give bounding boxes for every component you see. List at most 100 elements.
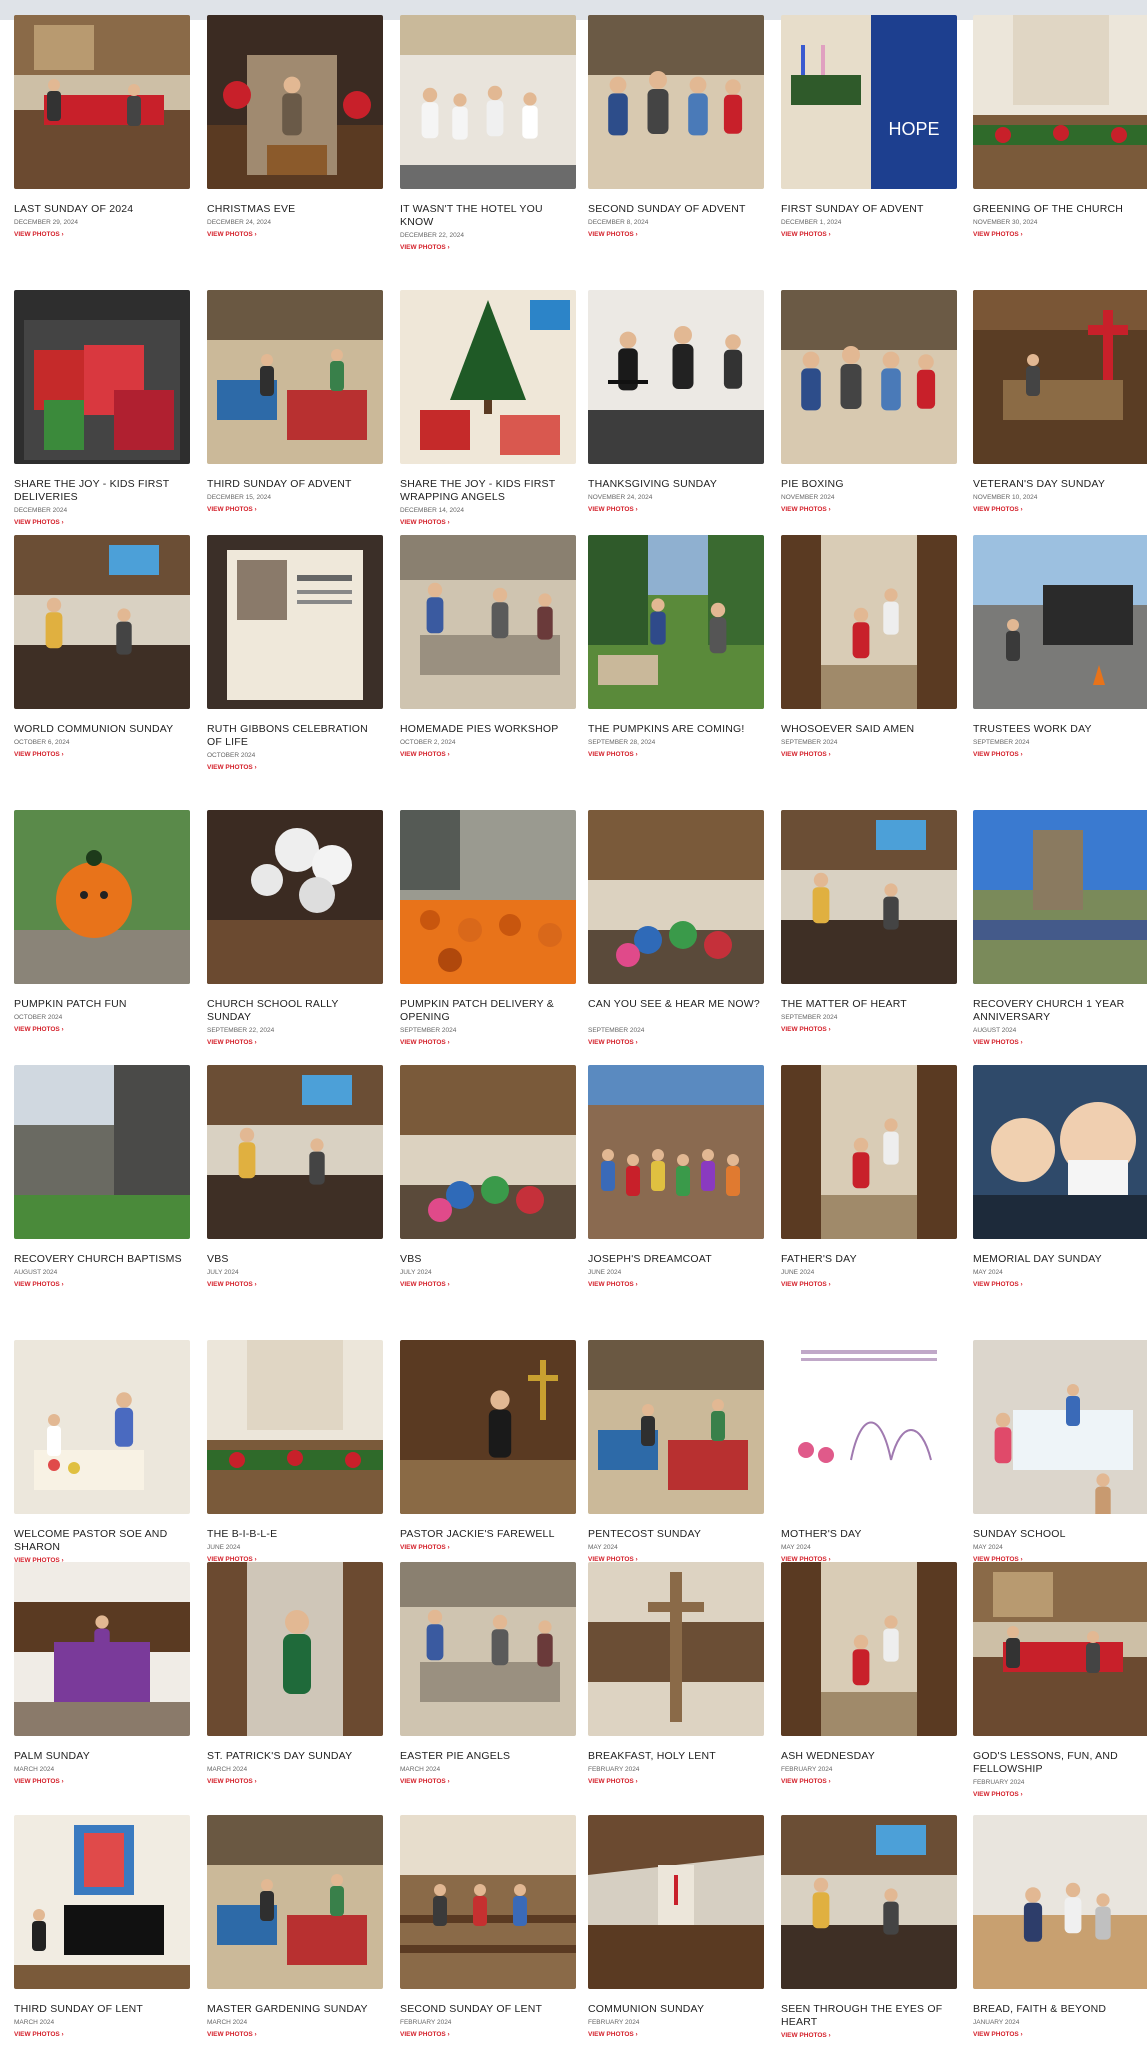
view-photos-link[interactable]: VIEW PHOTOS › (973, 751, 1023, 759)
gallery-title[interactable]: WORLD COMMUNION SUNDAY (14, 723, 190, 736)
view-photos-link[interactable]: VIEW PHOTOS › (973, 506, 1023, 514)
gallery-thumbnail[interactable] (973, 1065, 1147, 1239)
gallery-title[interactable]: CHRISTMAS EVE (207, 203, 383, 216)
gallery-thumbnail[interactable] (588, 15, 764, 189)
view-photos-link[interactable]: VIEW PHOTOS › (400, 1281, 450, 1289)
gallery-title[interactable]: PIE BOXING (781, 478, 957, 491)
gallery-title[interactable]: SHARE THE JOY - KIDS FIRST WRAPPING ANGE… (400, 478, 576, 504)
gallery-thumbnail[interactable] (207, 1065, 383, 1239)
gallery-title[interactable]: COMMUNION SUNDAY (588, 2003, 764, 2016)
gallery-title[interactable]: PUMPKIN PATCH FUN (14, 998, 190, 1011)
view-photos-link[interactable]: VIEW PHOTOS › (588, 1281, 638, 1289)
gallery-thumbnail[interactable] (973, 1340, 1147, 1514)
gallery-thumbnail[interactable] (14, 1340, 190, 1514)
gallery-title[interactable]: PASTOR JACKIE'S FAREWELL (400, 1528, 576, 1541)
gallery-thumbnail[interactable] (781, 535, 957, 709)
gallery-title[interactable]: THIRD SUNDAY OF ADVENT (207, 478, 383, 491)
view-photos-link[interactable]: VIEW PHOTOS › (973, 1039, 1023, 1047)
gallery-title[interactable]: THANKSGIVING SUNDAY (588, 478, 764, 491)
gallery-title[interactable]: GREENING OF THE CHURCH (973, 203, 1147, 216)
view-photos-link[interactable]: VIEW PHOTOS › (781, 1778, 831, 1786)
gallery-thumbnail[interactable] (781, 1065, 957, 1239)
view-photos-link[interactable]: VIEW PHOTOS › (781, 1026, 831, 1034)
gallery-title[interactable]: PALM SUNDAY (14, 1750, 190, 1763)
gallery-title[interactable]: SEEN THROUGH THE EYES OF HEART (781, 2003, 957, 2029)
gallery-title[interactable]: IT WASN'T THE HOTEL YOU KNOW (400, 203, 576, 229)
gallery-title[interactable]: WELCOME PASTOR SOE AND SHARON (14, 1528, 190, 1554)
gallery-title[interactable]: ST. PATRICK'S DAY SUNDAY (207, 1750, 383, 1763)
view-photos-link[interactable]: VIEW PHOTOS › (207, 1778, 257, 1786)
gallery-thumbnail[interactable] (14, 1562, 190, 1736)
gallery-thumbnail[interactable] (400, 290, 576, 464)
view-photos-link[interactable]: VIEW PHOTOS › (14, 1026, 64, 1034)
gallery-thumbnail[interactable] (14, 810, 190, 984)
gallery-title[interactable]: MOTHER'S DAY (781, 1528, 957, 1541)
gallery-title[interactable]: VETERAN'S DAY SUNDAY (973, 478, 1147, 491)
view-photos-link[interactable]: VIEW PHOTOS › (14, 519, 64, 527)
gallery-thumbnail[interactable] (14, 15, 190, 189)
gallery-title[interactable]: WHOSOEVER SAID AMEN (781, 723, 957, 736)
gallery-title[interactable]: SHARE THE JOY - KIDS FIRST DELIVERIES (14, 478, 190, 504)
view-photos-link[interactable]: VIEW PHOTOS › (588, 506, 638, 514)
gallery-title[interactable]: Second Sunday of Lent (400, 2003, 576, 2016)
view-photos-link[interactable]: VIEW PHOTOS › (781, 506, 831, 514)
gallery-title[interactable]: VBS (207, 1253, 383, 1266)
gallery-title[interactable]: PENTECOST SUNDAY (588, 1528, 764, 1541)
gallery-thumbnail[interactable] (400, 535, 576, 709)
view-photos-link[interactable]: VIEW PHOTOS › (781, 231, 831, 239)
view-photos-link[interactable]: VIEW PHOTOS › (973, 1281, 1023, 1289)
view-photos-link[interactable]: VIEW PHOTOS › (781, 1281, 831, 1289)
gallery-thumbnail[interactable] (588, 1562, 764, 1736)
gallery-title[interactable]: CAN YOU SEE & HEAR ME NOW? (588, 998, 764, 1011)
gallery-title[interactable]: RUTH GIBBONS CELEBRATION OF LIFE (207, 723, 383, 749)
gallery-thumbnail[interactable] (207, 1815, 383, 1989)
gallery-title[interactable]: PUMPKIN PATCH DELIVERY & OPENING (400, 998, 576, 1024)
gallery-thumbnail[interactable] (973, 1562, 1147, 1736)
view-photos-link[interactable]: VIEW PHOTOS › (400, 1039, 450, 1047)
gallery-title[interactable]: GOD'S LESSONS, FUN, AND FELLOWSHIP (973, 1750, 1147, 1776)
view-photos-link[interactable]: VIEW PHOTOS › (207, 506, 257, 514)
view-photos-link[interactable]: VIEW PHOTOS › (400, 519, 450, 527)
gallery-thumbnail[interactable] (973, 15, 1147, 189)
view-photos-link[interactable]: VIEW PHOTOS › (973, 2031, 1023, 2039)
gallery-title[interactable]: THIRD SUNDAY OF LENT (14, 2003, 190, 2016)
gallery-title[interactable]: FATHER'S DAY (781, 1253, 957, 1266)
gallery-thumbnail[interactable] (14, 1065, 190, 1239)
gallery-title[interactable]: TRUSTEES WORK DAY (973, 723, 1147, 736)
gallery-thumbnail[interactable] (781, 290, 957, 464)
gallery-title[interactable]: VBS (400, 1253, 576, 1266)
gallery-thumbnail[interactable] (207, 15, 383, 189)
view-photos-link[interactable]: VIEW PHOTOS › (400, 244, 450, 252)
gallery-thumbnail[interactable] (207, 290, 383, 464)
gallery-thumbnail[interactable] (207, 810, 383, 984)
gallery-title[interactable]: ASH WEDNESDAY (781, 1750, 957, 1763)
view-photos-link[interactable]: VIEW PHOTOS › (973, 231, 1023, 239)
gallery-thumbnail[interactable] (207, 535, 383, 709)
gallery-thumbnail[interactable] (400, 15, 576, 189)
gallery-title[interactable]: HOMEMADE PIES WORKSHOP (400, 723, 576, 736)
gallery-title[interactable]: BREAD, FAITH & BEYOND (973, 2003, 1147, 2016)
view-photos-link[interactable]: VIEW PHOTOS › (400, 751, 450, 759)
view-photos-link[interactable]: VIEW PHOTOS › (207, 2031, 257, 2039)
gallery-thumbnail[interactable] (400, 1340, 576, 1514)
gallery-thumbnail[interactable] (973, 1815, 1147, 1989)
gallery-thumbnail[interactable] (588, 1065, 764, 1239)
view-photos-link[interactable]: VIEW PHOTOS › (973, 1791, 1023, 1799)
view-photos-link[interactable]: VIEW PHOTOS › (781, 2032, 831, 2040)
view-photos-link[interactable]: VIEW PHOTOS › (588, 1039, 638, 1047)
gallery-thumbnail[interactable] (781, 1562, 957, 1736)
gallery-thumbnail[interactable] (14, 1815, 190, 1989)
gallery-title[interactable]: LAST SUNDAY OF 2024 (14, 203, 190, 216)
gallery-title[interactable]: SECOND SUNDAY OF ADVENT (588, 203, 764, 216)
gallery-thumbnail[interactable] (781, 810, 957, 984)
view-photos-link[interactable]: VIEW PHOTOS › (588, 751, 638, 759)
view-photos-link[interactable]: VIEW PHOTOS › (14, 1281, 64, 1289)
gallery-thumbnail[interactable] (588, 535, 764, 709)
gallery-title[interactable]: THE B-I-B-L-E (207, 1528, 383, 1541)
view-photos-link[interactable]: VIEW PHOTOS › (14, 2031, 64, 2039)
gallery-thumbnail[interactable] (400, 1815, 576, 1989)
view-photos-link[interactable]: VIEW PHOTOS › (400, 1544, 450, 1552)
view-photos-link[interactable]: VIEW PHOTOS › (588, 231, 638, 239)
view-photos-link[interactable]: VIEW PHOTOS › (14, 751, 64, 759)
view-photos-link[interactable]: VIEW PHOTOS › (207, 764, 257, 772)
